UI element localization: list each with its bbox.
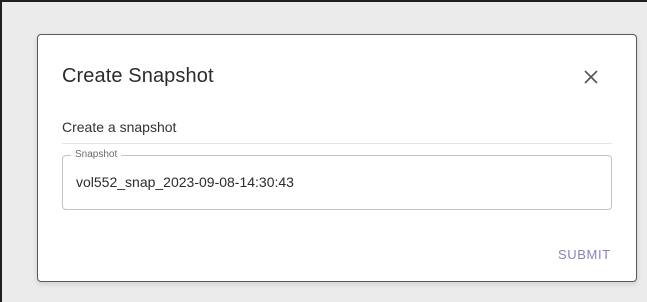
snapshot-field: Snapshot <box>62 149 612 210</box>
close-button[interactable] <box>576 63 606 91</box>
dialog-title: Create Snapshot <box>62 65 214 87</box>
dialog-subtitle: Create a snapshot <box>62 119 177 135</box>
snapshot-name-input[interactable] <box>76 174 596 190</box>
close-icon <box>584 70 598 84</box>
create-snapshot-dialog: Create Snapshot Create a snapshot Snapsh… <box>37 34 637 282</box>
snapshot-field-label: Snapshot <box>71 149 122 161</box>
page-backdrop: Create Snapshot Create a snapshot Snapsh… <box>0 0 647 302</box>
submit-button[interactable]: SUBMIT <box>558 247 611 262</box>
divider <box>62 143 612 144</box>
